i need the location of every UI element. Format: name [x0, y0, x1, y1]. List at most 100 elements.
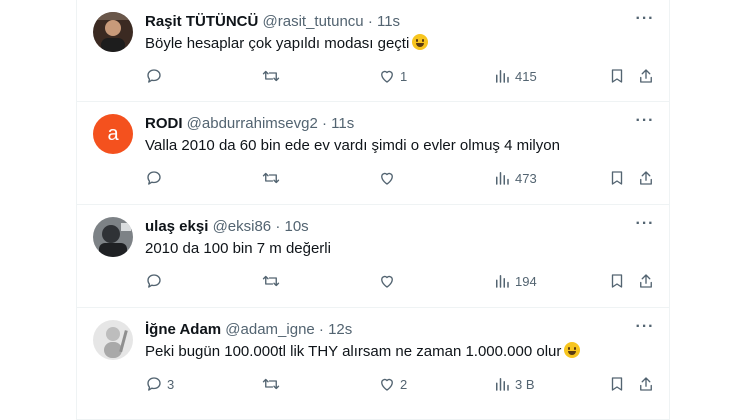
views-button[interactable]: 3 B: [493, 374, 535, 394]
timestamp[interactable]: 11s: [331, 115, 354, 132]
more-icon[interactable]: ···: [635, 319, 655, 340]
tweet-text: Peki bugün 100.000tl lik THY alırsam ne …: [145, 342, 649, 362]
views-icon: [496, 172, 509, 185]
more-icon[interactable]: ···: [635, 216, 655, 237]
bookmark-button[interactable]: [608, 168, 626, 188]
username[interactable]: @adam_igne: [225, 321, 314, 338]
avatar[interactable]: [93, 12, 133, 52]
share-button[interactable]: [637, 374, 655, 394]
grinning-emoji-icon: [564, 342, 581, 358]
like-count: 1: [400, 68, 408, 84]
tweet-header: İğne Adam @adam_igne · 12s: [145, 320, 629, 340]
tweet-header: RODI @abdurrahimsevg2 · 11s: [145, 114, 629, 134]
reply-icon: [147, 377, 161, 391]
like-button[interactable]: 2: [378, 374, 407, 394]
like-button[interactable]: [378, 168, 400, 188]
display-name[interactable]: RODI: [145, 115, 183, 132]
avatar-photo-icon: [93, 12, 133, 52]
views-button[interactable]: 473: [493, 168, 537, 188]
views-icon: [496, 275, 509, 288]
bookmark-icon: [611, 377, 623, 391]
timeline-feed: Raşit TÜTÜNCÜ @rasit_tutuncu · 11s ··· B…: [76, 0, 670, 420]
bookmark-button[interactable]: [608, 374, 626, 394]
reply-button[interactable]: [145, 168, 167, 188]
tweet-text-content: 2010 da 100 bin 7 m değerli: [145, 240, 331, 257]
view-count: 415: [515, 68, 537, 84]
tweet-text-content: Peki bugün 100.000tl lik THY alırsam ne …: [145, 343, 562, 360]
view-count: 194: [515, 273, 537, 289]
retweet-button[interactable]: [262, 66, 284, 86]
avatar[interactable]: [93, 217, 133, 257]
tweet[interactable]: İğne Adam @adam_igne · 12s ··· Peki bugü…: [77, 308, 669, 420]
separator-dot: ·: [367, 13, 373, 30]
share-icon: [640, 171, 652, 185]
heart-icon: [381, 275, 393, 288]
retweet-button[interactable]: [262, 271, 284, 291]
separator-dot: ·: [321, 115, 327, 132]
more-icon[interactable]: ···: [635, 113, 655, 134]
display-name[interactable]: ulaş ekşi: [145, 218, 208, 235]
view-count: 3 B: [515, 376, 535, 392]
timestamp[interactable]: 11s: [377, 13, 400, 30]
tweet-actions: 473: [145, 168, 653, 188]
heart-icon: [381, 378, 393, 391]
views-icon: [496, 378, 509, 391]
view-count: 473: [515, 170, 537, 186]
share-button[interactable]: [637, 168, 655, 188]
avatar-letter: a: [107, 122, 119, 145]
retweet-icon: [262, 275, 280, 287]
tweet-text: 2010 da 100 bin 7 m değerli: [145, 239, 649, 259]
display-name[interactable]: Raşit TÜTÜNCÜ: [145, 13, 258, 30]
retweet-icon: [262, 70, 280, 82]
share-icon: [640, 377, 652, 391]
reply-icon: [147, 69, 161, 83]
separator-dot: ·: [318, 321, 324, 338]
share-button[interactable]: [637, 66, 655, 86]
grinning-emoji-icon: [412, 34, 429, 50]
reply-button[interactable]: 3: [145, 374, 174, 394]
heart-icon: [381, 70, 393, 83]
reply-count: 3: [167, 376, 175, 392]
avatar-photo-icon: [93, 320, 133, 360]
bookmark-icon: [611, 274, 623, 288]
tweet-header: Raşit TÜTÜNCÜ @rasit_tutuncu · 11s: [145, 12, 629, 32]
tweet-actions: 1 415: [145, 66, 653, 86]
tweet-actions: 194: [145, 271, 653, 291]
tweet[interactable]: Raşit TÜTÜNCÜ @rasit_tutuncu · 11s ··· B…: [77, 0, 669, 102]
tweet[interactable]: a RODI @abdurrahimsevg2 · 11s ··· Valla …: [77, 102, 669, 205]
like-button[interactable]: 1: [378, 66, 407, 86]
retweet-button[interactable]: [262, 374, 284, 394]
username[interactable]: @abdurrahimsevg2: [187, 115, 318, 132]
retweet-icon: [262, 378, 280, 390]
bookmark-icon: [611, 171, 623, 185]
reply-button[interactable]: [145, 66, 167, 86]
bookmark-button[interactable]: [608, 271, 626, 291]
avatar[interactable]: [93, 320, 133, 360]
tweet-text: Böyle hesaplar çok yapıldı modası geçti: [145, 34, 649, 54]
username[interactable]: @eksi86: [213, 218, 272, 235]
tweet[interactable]: ulaş ekşi @eksi86 · 10s ··· 2010 da 100 …: [77, 205, 669, 308]
display-name[interactable]: İğne Adam: [145, 321, 221, 338]
retweet-button[interactable]: [262, 168, 284, 188]
share-icon: [640, 69, 652, 83]
tweet-text: Valla 2010 da 60 bin ede ev vardı şimdi …: [145, 136, 649, 156]
timestamp[interactable]: 12s: [328, 321, 352, 338]
more-icon[interactable]: ···: [635, 11, 655, 32]
timestamp[interactable]: 10s: [285, 218, 309, 235]
views-icon: [496, 70, 509, 83]
avatar[interactable]: a: [93, 114, 133, 154]
tweet-text-content: Böyle hesaplar çok yapıldı modası geçti: [145, 35, 410, 52]
views-button[interactable]: 194: [493, 271, 537, 291]
tweet-header: ulaş ekşi @eksi86 · 10s: [145, 217, 629, 237]
bookmark-button[interactable]: [608, 66, 626, 86]
reply-button[interactable]: [145, 271, 167, 291]
username[interactable]: @rasit_tutuncu: [263, 13, 364, 30]
avatar-photo-icon: [93, 217, 133, 257]
share-icon: [640, 274, 652, 288]
share-button[interactable]: [637, 271, 655, 291]
tweet-actions: 3 2 3 B: [145, 374, 653, 394]
views-button[interactable]: 415: [493, 66, 537, 86]
like-count: 2: [400, 376, 408, 392]
heart-icon: [381, 172, 393, 185]
like-button[interactable]: [378, 271, 400, 291]
